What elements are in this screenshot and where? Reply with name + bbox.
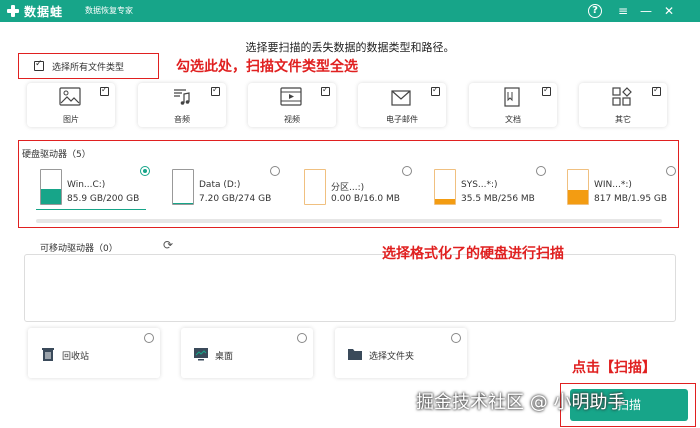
type-label: 电子邮件: [386, 115, 418, 124]
type-card-document[interactable]: 文档: [469, 83, 557, 127]
type-checkbox[interactable]: [431, 85, 440, 96]
scan-annotation: 点击【扫描】: [572, 360, 656, 376]
document-icon: [504, 87, 520, 107]
type-card-email[interactable]: 电子邮件: [358, 83, 446, 127]
drive-radio-c[interactable]: [140, 166, 150, 176]
app-name: 数据蛙: [24, 4, 64, 19]
drive-size: 7.20 GB/274 GB: [199, 194, 272, 204]
location-recycle-bin[interactable]: 回收站: [28, 328, 160, 378]
menu-icon[interactable]: ≡: [615, 3, 631, 19]
location-label: 选择文件夹: [369, 352, 415, 362]
drive-icon: [172, 169, 194, 205]
watermark: 掘金技术社区 @ 小明助手: [416, 392, 626, 413]
type-checkbox[interactable]: [652, 85, 661, 96]
drive-icon: [567, 169, 589, 205]
drive-radio-sys[interactable]: [536, 166, 546, 176]
drive-item-c[interactable]: Win...C:) 85.9 GB/200 GB: [40, 166, 150, 210]
location-radio[interactable]: [451, 333, 461, 343]
select-all-label: 选择所有文件类型: [52, 62, 125, 73]
refresh-icon[interactable]: ⟳: [163, 239, 175, 251]
app-logo: 数据蛙: [6, 2, 63, 20]
drive-icon: [304, 169, 326, 205]
drive-item-win[interactable]: WIN...*:) 817 MB/1.95 GB: [567, 166, 677, 210]
location-label: 回收站: [62, 352, 90, 362]
type-label: 其它: [615, 115, 631, 124]
image-icon: [59, 87, 81, 106]
selected-drive-underline: [36, 209, 146, 210]
type-card-image[interactable]: 图片: [27, 83, 115, 127]
folder-icon: [348, 349, 362, 360]
checkbox-icon[interactable]: [34, 59, 44, 71]
type-checkbox[interactable]: [100, 85, 109, 96]
removable-drive-list: [24, 254, 676, 322]
minimize-icon[interactable]: —: [638, 3, 654, 19]
music-icon: [174, 89, 190, 105]
drive-name: Data (D:): [199, 180, 241, 190]
drive-size: 817 MB/1.95 GB: [594, 194, 668, 204]
drive-radio-win[interactable]: [666, 166, 676, 176]
type-checkbox[interactable]: [321, 85, 330, 96]
close-icon[interactable]: ✕: [661, 3, 677, 19]
app-subtitle: 数据恢复专家: [85, 6, 133, 15]
type-label: 文档: [505, 115, 521, 124]
location-select-folder[interactable]: 选择文件夹: [335, 328, 467, 378]
drive-size: 35.5 MB/256 MB: [461, 194, 535, 204]
drive-name: SYS...*:): [461, 180, 498, 190]
drive-name: WIN...*:): [594, 180, 632, 190]
location-desktop[interactable]: 桌面: [181, 328, 313, 378]
type-card-other[interactable]: 其它: [579, 83, 667, 127]
drive-name: Win...C:): [67, 180, 106, 190]
video-icon: [280, 87, 302, 106]
type-label: 图片: [63, 115, 79, 124]
location-label: 桌面: [215, 352, 234, 362]
title-bar: 数据蛙 数据恢复专家 ? ≡ — ✕: [0, 0, 700, 22]
type-card-video[interactable]: 视频: [248, 83, 336, 127]
email-icon: [391, 90, 411, 106]
drive-list-scrollbar[interactable]: [36, 219, 662, 223]
type-label: 视频: [284, 115, 300, 124]
drive-item-sys[interactable]: SYS...*:) 35.5 MB/256 MB: [434, 166, 544, 210]
drive-item-partition[interactable]: 分区...:) 0.00 B/16.0 MB: [304, 166, 414, 210]
help-icon[interactable]: ?: [588, 4, 602, 18]
drive-name: 分区...:): [331, 183, 365, 193]
type-label: 音频: [174, 115, 190, 124]
drive-item-d[interactable]: Data (D:) 7.20 GB/274 GB: [172, 166, 282, 210]
drive-annotation: 选择格式化了的硬盘进行扫描: [382, 246, 564, 262]
drive-icon: [434, 169, 456, 205]
location-radio[interactable]: [297, 333, 307, 343]
logo-cross-icon: [6, 4, 20, 18]
recycle-bin-icon: [42, 348, 54, 361]
desktop-icon: [194, 348, 208, 361]
drive-icon: [40, 169, 62, 205]
type-checkbox[interactable]: [542, 85, 551, 96]
type-checkbox[interactable]: [211, 85, 220, 96]
removable-drive-title: 可移动驱动器（0）: [40, 244, 118, 254]
drive-radio-d[interactable]: [270, 166, 280, 176]
drive-size: 85.9 GB/200 GB: [67, 194, 140, 204]
other-icon: [612, 87, 632, 106]
hard-drive-title: 硬盘驱动器（5）: [22, 150, 91, 160]
location-radio[interactable]: [144, 333, 154, 343]
select-all-checkbox[interactable]: 选择所有文件类型: [18, 53, 159, 79]
type-card-audio[interactable]: 音频: [138, 83, 226, 127]
select-all-annotation: 勾选此处，扫描文件类型全选: [176, 59, 358, 75]
drive-size: 0.00 B/16.0 MB: [331, 194, 400, 204]
drive-radio-partition[interactable]: [402, 166, 412, 176]
